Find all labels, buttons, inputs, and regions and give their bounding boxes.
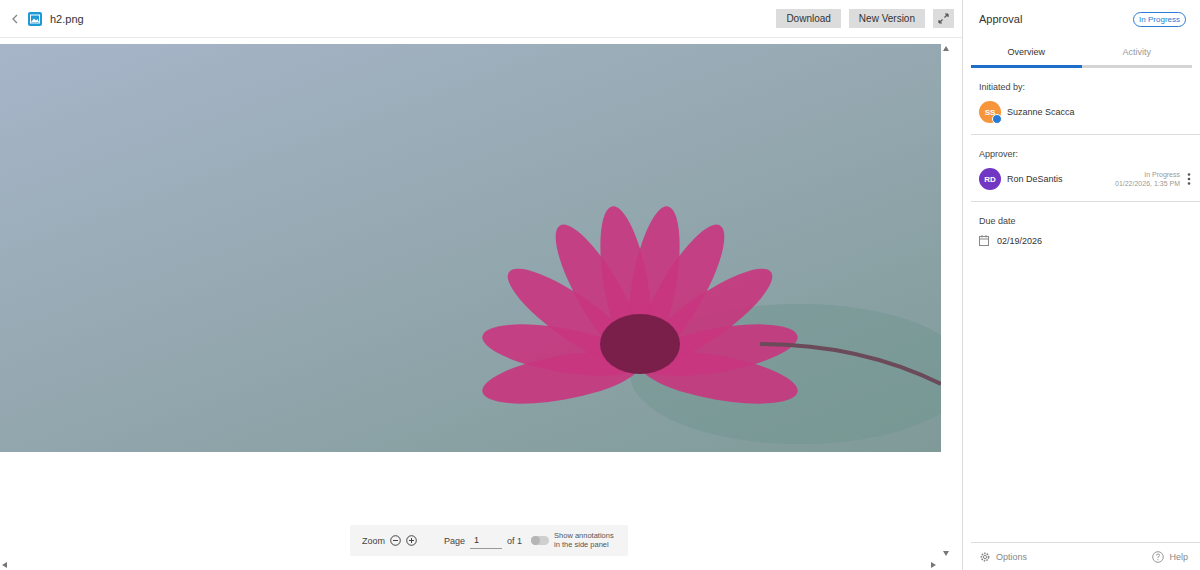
help-label: Help xyxy=(1169,552,1188,562)
zoom-toolbar: Zoom Page 1 of 1 Show annotations in the… xyxy=(350,525,628,556)
avatar: RD xyxy=(979,168,1001,190)
zoom-in-icon[interactable] xyxy=(406,535,417,546)
help-icon xyxy=(1152,551,1164,563)
zoom-label: Zoom xyxy=(362,536,385,546)
annotations-toggle-label: Show annotations in the side panel xyxy=(554,532,616,549)
viewer-area: Zoom Page 1 of 1 Show annotations in the… xyxy=(0,38,962,570)
image-file-icon xyxy=(28,12,42,26)
person-row: RD Ron DeSantis In Progress 01/22/2026, … xyxy=(979,168,1192,190)
person-row: SS Suzanne Scacca xyxy=(979,101,1192,123)
viewer-toolbar: h2.png Download New Version xyxy=(0,0,962,38)
approver-timestamp: 01/22/2026, 1:35 PM xyxy=(1115,180,1180,187)
annotations-toggle[interactable] xyxy=(531,536,549,545)
panel-tab[interactable]: Activity xyxy=(1082,38,1193,68)
image-preview xyxy=(0,44,941,452)
approval-viewer: h2.png Download New Version Zoom Page 1 o… xyxy=(0,0,1200,570)
approver-status: In Progress 01/22/2026, 1:35 PM xyxy=(1115,171,1180,187)
canvas: Zoom Page 1 of 1 Show annotations in the… xyxy=(0,44,941,560)
panel-tab[interactable]: Overview xyxy=(971,38,1082,68)
person-section: Approver: RD Ron DeSantis In Progress 01… xyxy=(971,135,1200,202)
approver-status-text: In Progress xyxy=(1144,171,1180,178)
toolbar-button[interactable]: Download xyxy=(776,9,840,28)
avatar-badge xyxy=(992,114,1002,124)
section-heading: Initiated by: xyxy=(979,82,1192,92)
options-button[interactable]: Options xyxy=(979,551,1027,563)
avatar: SS xyxy=(979,101,1001,123)
approval-panel: Approval In Progress OverviewActivity In… xyxy=(963,0,1200,570)
section-heading: Approver: xyxy=(979,149,1192,159)
gear-icon xyxy=(979,551,991,563)
due-date-section: Due date 02/19/2026 xyxy=(971,202,1200,257)
section-heading: Due date xyxy=(979,216,1192,226)
fullscreen-button[interactable] xyxy=(933,9,954,28)
panel-tabs: OverviewActivity xyxy=(971,38,1192,68)
page-input[interactable]: 1 xyxy=(470,532,502,549)
person-section: Initiated by: SS Suzanne Scacca xyxy=(971,68,1200,135)
person-name: Ron DeSantis xyxy=(1007,174,1109,184)
options-label: Options xyxy=(996,552,1027,562)
flower-picture xyxy=(0,44,941,452)
horizontal-scrollbar[interactable] xyxy=(0,560,962,570)
vertical-scrollbar[interactable] xyxy=(941,44,951,560)
calendar-icon xyxy=(979,235,989,246)
help-button[interactable]: Help xyxy=(1152,551,1188,563)
panel-footer: Options Help xyxy=(971,542,1200,570)
back-chevron-icon[interactable] xyxy=(10,13,20,25)
page-total: of 1 xyxy=(507,536,522,546)
status-badge: In Progress xyxy=(1133,12,1186,27)
more-menu-icon[interactable] xyxy=(1186,172,1192,186)
page-label: Page xyxy=(444,536,465,546)
file-name: h2.png xyxy=(50,13,84,25)
expand-icon xyxy=(938,13,949,24)
panel-title: Approval xyxy=(979,13,1022,25)
panel-header: Approval In Progress xyxy=(963,0,1200,38)
zoom-out-icon[interactable] xyxy=(390,535,401,546)
document-viewer: h2.png Download New Version Zoom Page 1 o… xyxy=(0,0,963,570)
toolbar-button[interactable]: New Version xyxy=(849,9,925,28)
due-date[interactable]: 02/19/2026 xyxy=(997,236,1042,246)
person-name: Suzanne Scacca xyxy=(1007,107,1192,117)
